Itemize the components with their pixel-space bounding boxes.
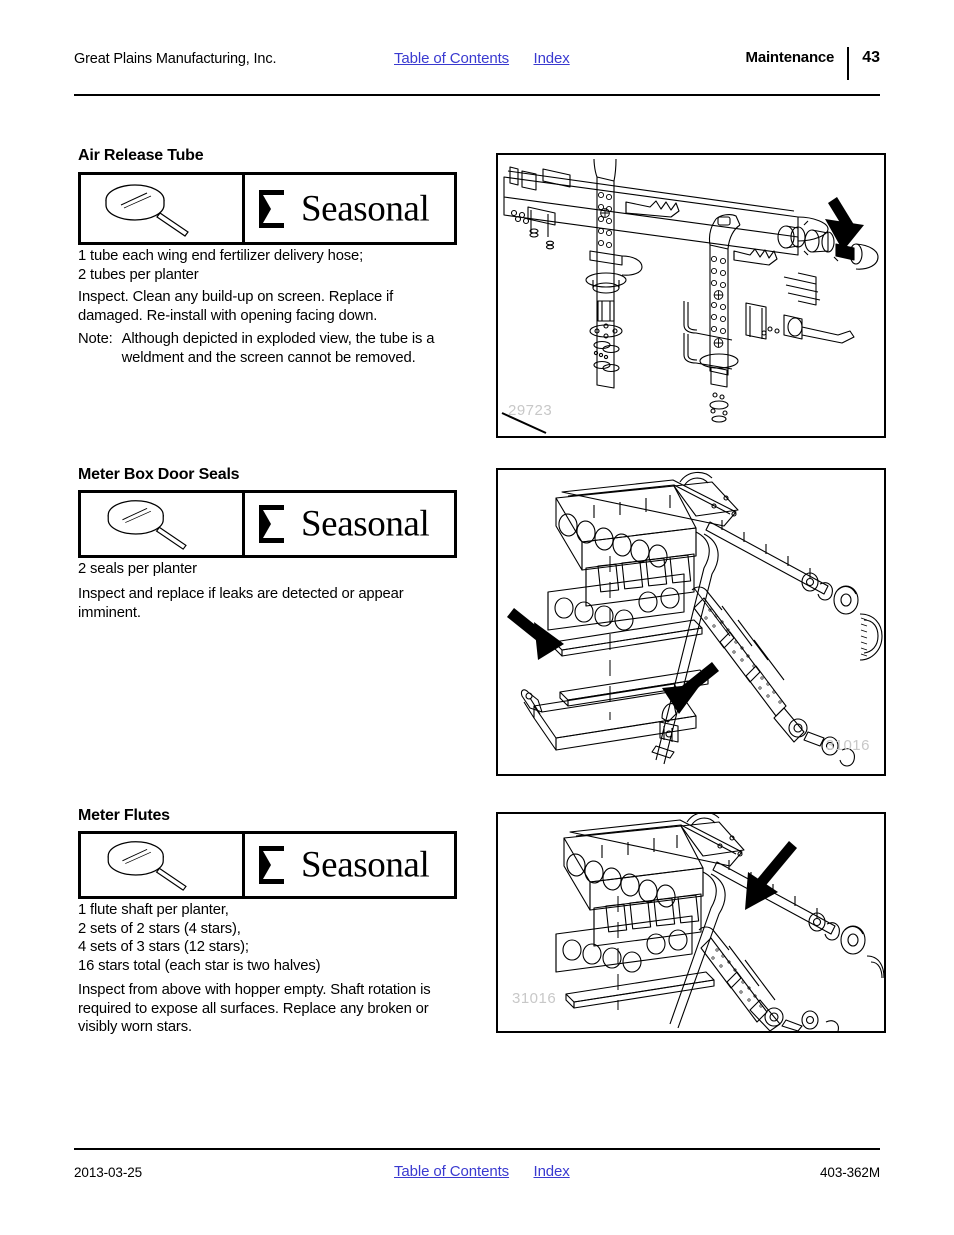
document-date: 2013-03-25 xyxy=(74,1165,143,1180)
figure-label-31016-flutes: 31016 xyxy=(512,990,557,1007)
magnifier-icon xyxy=(99,497,199,557)
hourglass-icon xyxy=(259,846,296,884)
note-label: Note: xyxy=(78,331,113,347)
magnifier-icon xyxy=(99,838,199,898)
figure-air-release-tube: 29723 xyxy=(496,153,886,438)
footer-index-link[interactable]: Index xyxy=(534,1163,570,1180)
magnifier-icon xyxy=(99,181,199,244)
figure-air-release-tube-illustration xyxy=(501,158,879,434)
footer-nav-links: Table of Contents Index xyxy=(394,1163,570,1181)
seasonal-banner-meter-flutes: Seasonal xyxy=(78,831,457,899)
quantity-text-meter-flutes: 1 flute shaft per planter, 2 sets of 2 s… xyxy=(78,902,321,974)
note-text: Although depicted in exploded view, the … xyxy=(121,331,435,366)
callout-arrows xyxy=(507,608,719,714)
quantity-text-meter-box-door-seals: 2 seals per planter xyxy=(78,561,197,577)
section-title-air-release-tube: Air Release Tube xyxy=(78,147,204,164)
note-air-release-tube: Note: Although depicted in exploded view… xyxy=(78,330,463,367)
header-nav-links: Table of Contents Index xyxy=(394,50,570,68)
figure-label-29723: 29723 xyxy=(508,402,553,419)
interval-cell: Seasonal xyxy=(245,493,454,555)
interval-label: Seasonal xyxy=(301,503,430,545)
company-name: Great Plains Manufacturing, Inc. xyxy=(74,51,277,67)
figure-meter-box-door-seals: 31016 xyxy=(496,468,886,776)
instructions-text-meter-box-door-seals: Inspect and replace if leaks are detecte… xyxy=(78,586,404,621)
header-section-info: Maintenance 43 xyxy=(745,47,880,82)
figure-meter-box-door-seals-illustration xyxy=(507,471,883,767)
hourglass-icon xyxy=(259,189,296,228)
page-footer: 2013-03-25 Table of Contents Index 403-3… xyxy=(74,1163,880,1185)
seasonal-banner-meter-box-door-seals: Seasonal xyxy=(78,490,457,558)
figure-label-31016-seals: 31016 xyxy=(825,737,870,754)
section-name: Maintenance xyxy=(745,49,835,66)
document-number: 403-362M xyxy=(820,1165,880,1180)
inspect-icon-cell xyxy=(81,834,245,896)
footer-table-of-contents-link[interactable]: Table of Contents xyxy=(394,1163,509,1180)
footer-rule xyxy=(74,1148,880,1150)
quantity-text-air-release-tube: 1 tube each wing end fertilizer delivery… xyxy=(78,248,364,283)
hourglass-icon xyxy=(259,505,296,543)
section-title-meter-flutes: Meter Flutes xyxy=(78,807,170,824)
instructions-text-meter-flutes: Inspect from above with hopper empty. Sh… xyxy=(78,982,431,1036)
figure-meter-flutes: 31016 xyxy=(496,812,886,1033)
inspect-icon-cell xyxy=(81,175,245,242)
instructions-text-air-release-tube: Inspect. Clean any build-up on screen. R… xyxy=(78,289,394,324)
page-header: Great Plains Manufacturing, Inc. Table o… xyxy=(74,47,880,80)
header-index-link[interactable]: Index xyxy=(534,50,570,67)
seasonal-banner-air-release-tube: Seasonal xyxy=(78,172,457,245)
section-title-meter-box-door-seals: Meter Box Door Seals xyxy=(78,466,240,483)
callout-arrow xyxy=(745,841,797,910)
interval-cell: Seasonal xyxy=(245,834,454,896)
interval-cell: Seasonal xyxy=(245,175,454,242)
inspect-icon-cell xyxy=(81,493,245,555)
header-rule xyxy=(74,94,880,96)
interval-label: Seasonal xyxy=(301,188,430,229)
interval-label: Seasonal xyxy=(301,844,430,886)
header-divider xyxy=(847,47,850,80)
header-table-of-contents-link[interactable]: Table of Contents xyxy=(394,50,509,67)
page-number: 43 xyxy=(862,49,880,66)
callout-arrow xyxy=(825,197,864,251)
